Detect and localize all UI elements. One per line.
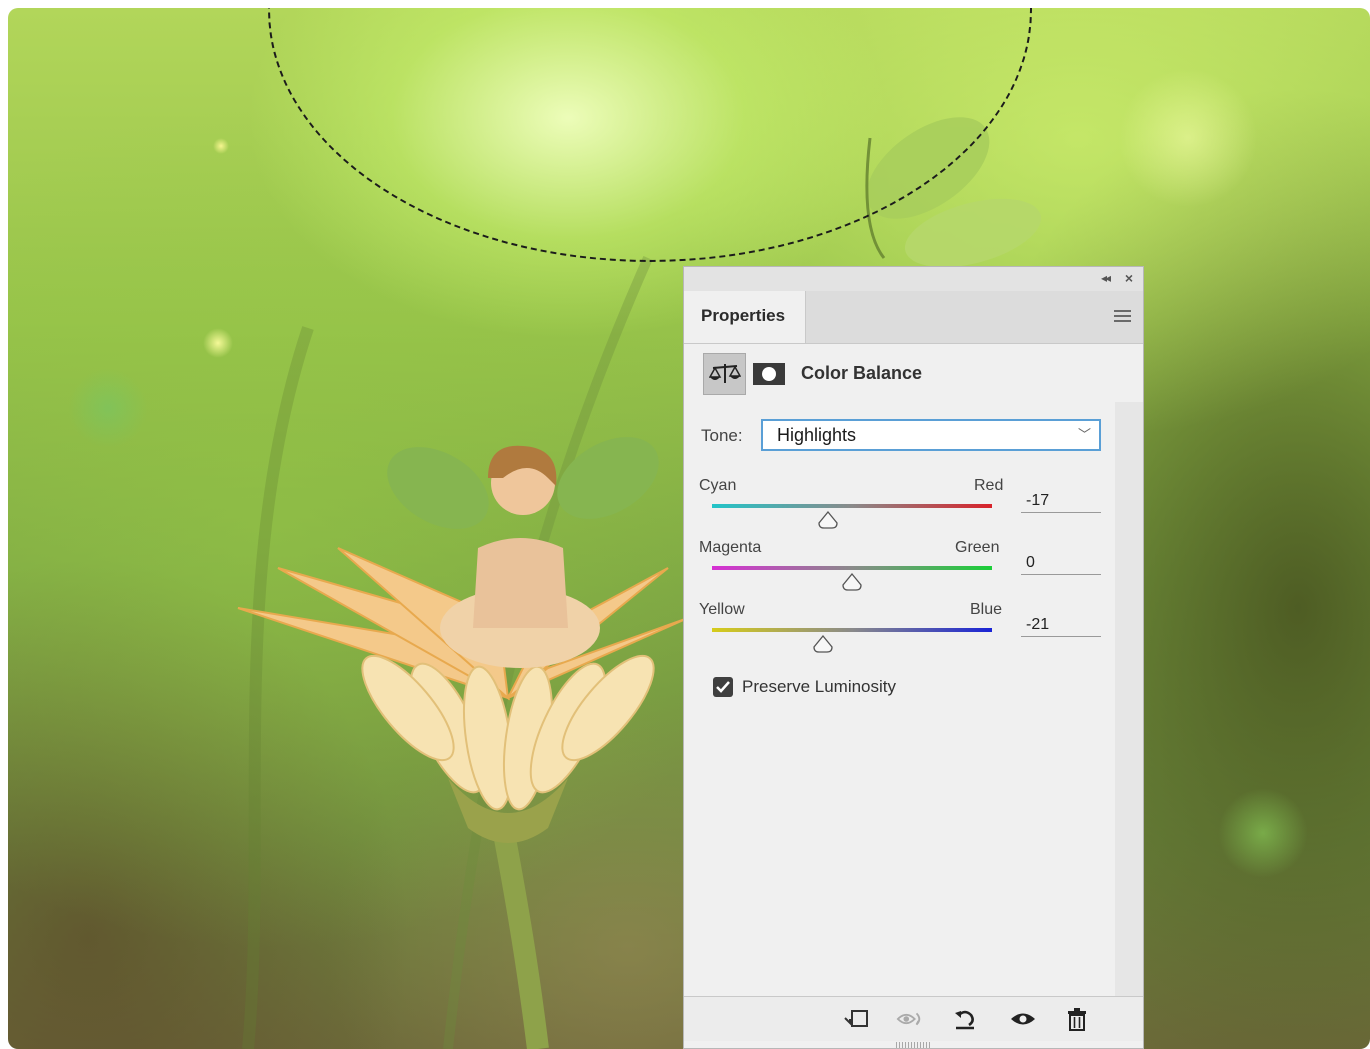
properties-panel: ◂◂ × Properties Color Balance Tone: High… [683, 266, 1144, 1049]
slider-green-label: Green [955, 539, 1000, 556]
tone-label: Tone: [701, 426, 743, 445]
chevron-down-icon: ﹀ [1077, 427, 1091, 442]
panel-resize-grip[interactable] [896, 1042, 930, 1048]
tone-selected-value: Highlights [777, 425, 857, 445]
cyan-red-slider-track[interactable] [712, 504, 992, 508]
adjustment-header: Color Balance [684, 344, 1143, 400]
delete-icon[interactable] [1063, 1005, 1091, 1033]
panel-title-bar[interactable]: ◂◂ × [684, 267, 1143, 291]
magenta-green-slider-thumb[interactable] [841, 573, 863, 591]
magenta-green-slider-track[interactable] [712, 566, 992, 570]
clip-to-layer-icon[interactable] [842, 1005, 870, 1033]
scales-icon [708, 364, 741, 383]
color-balance-adjustment-button[interactable] [703, 353, 746, 395]
adjustment-title: Color Balance [801, 363, 923, 383]
panel-footer [684, 997, 1143, 1041]
slider-cyan-label: Cyan [699, 477, 737, 494]
toggle-visibility-icon[interactable] [1009, 1005, 1037, 1033]
layer-mask-button[interactable] [753, 363, 785, 385]
panel-scrollbar[interactable] [1115, 402, 1143, 996]
panel-menu-icon[interactable] [1114, 310, 1131, 325]
panel-tab-strip: Properties [684, 291, 1143, 344]
cyan-red-value-field[interactable]: -17 [1021, 489, 1101, 513]
magenta-green-value-field[interactable]: 0 [1021, 551, 1101, 575]
slider-magenta-label: Magenta [699, 539, 762, 556]
preserve-luminosity-checkbox[interactable]: Preserve Luminosity [713, 677, 896, 697]
tab-properties[interactable]: Properties [684, 291, 806, 343]
close-panel-icon[interactable]: × [1125, 270, 1133, 286]
mask-icon [762, 367, 776, 381]
collapse-panel-icon[interactable]: ◂◂ [1101, 271, 1111, 285]
yellow-blue-value-field[interactable]: -21 [1021, 613, 1101, 637]
yellow-blue-slider-track[interactable] [712, 628, 992, 632]
reset-icon[interactable] [951, 1005, 979, 1033]
slider-blue-label: Blue [970, 601, 1003, 618]
checkmark-icon[interactable] [713, 677, 733, 697]
yellow-blue-slider-thumb[interactable] [812, 635, 834, 653]
slider-yellow-label: Yellow [699, 601, 745, 618]
preserve-luminosity-label: Preserve Luminosity [742, 677, 897, 696]
tone-dropdown[interactable]: Highlights ﹀ [761, 419, 1101, 451]
slider-red-label: Red [974, 477, 1004, 494]
cyan-red-slider-thumb[interactable] [817, 511, 839, 529]
view-previous-state-icon[interactable] [896, 1005, 924, 1033]
